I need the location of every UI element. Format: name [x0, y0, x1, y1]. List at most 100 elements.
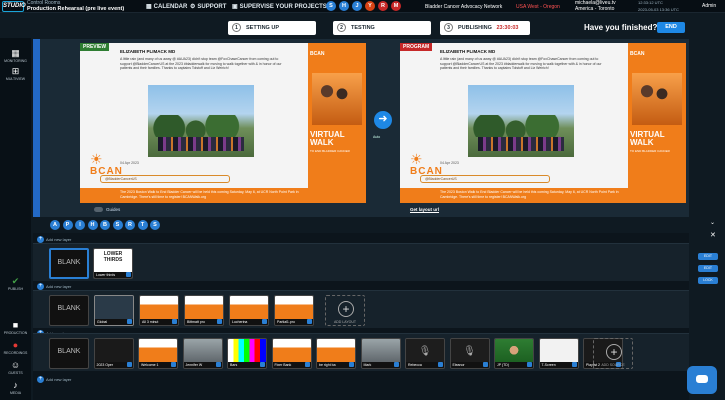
admin-menu[interactable]: Admin	[702, 3, 716, 9]
source-letter-t[interactable]: T	[137, 220, 148, 230]
layer-tile-be-right-ba[interactable]: be right ba	[316, 338, 356, 369]
check-icon: ✔	[11, 276, 20, 286]
region-select[interactable]: USA West - Oregon	[516, 4, 560, 10]
layer-tile-t-screen[interactable]: T-Screen	[538, 338, 579, 369]
edit-icon[interactable]	[438, 362, 443, 367]
edit-icon[interactable]	[126, 272, 131, 277]
layer-tile-lower-thirds[interactable]: LOWER THIRDS Lower thirds	[93, 248, 133, 279]
tweet-date: 04 Apr 2023	[440, 161, 459, 165]
source-letter-r[interactable]: R	[125, 220, 135, 230]
auto-toggle[interactable]: Auto	[373, 135, 393, 141]
layer-tile-add-source[interactable]: + ADD SOURCE	[593, 338, 633, 369]
app-logo[interactable]: STUDIO	[2, 1, 26, 12]
layer-tile-add-layout[interactable]: + ADD LAYOUT	[325, 295, 365, 326]
nav-support[interactable]: ⚙ SUPPORT	[190, 3, 226, 11]
nav-calendar[interactable]: ▦ CALENDAR	[146, 3, 187, 11]
nav-monitoring[interactable]: ▦ MONITORING	[0, 48, 31, 63]
edit-icon[interactable]	[260, 362, 265, 367]
layer-tile-mark[interactable]: Mark	[360, 338, 401, 369]
source-letter-h[interactable]: H	[87, 220, 98, 230]
layer-tile-partial1-pro[interactable]: Partial1.pro	[274, 295, 314, 326]
layer-tile-bars[interactable]: Bars	[227, 338, 267, 369]
timezone-select[interactable]: America - Toronto	[575, 6, 614, 12]
layer-tile-rebecca[interactable]: 🎙 Rebecca	[405, 338, 445, 369]
source-letter-s[interactable]: S	[150, 220, 160, 230]
edit-icon[interactable]	[482, 362, 488, 367]
graphic-thumbnail	[230, 296, 268, 321]
chip-edit-2[interactable]: EDIT	[698, 265, 718, 272]
source-letter-p[interactable]: P	[62, 220, 73, 230]
edit-icon[interactable]	[571, 362, 577, 367]
nav-publish[interactable]: ✔ PUBLISH	[0, 276, 31, 291]
right-panel: ✕ ⌄ EDIT EDIT LOCK	[690, 220, 725, 311]
chip-lock[interactable]: LOCK	[698, 277, 718, 284]
guides-toggle[interactable]: Guides	[94, 207, 120, 212]
layer-tile-jp-td-[interactable]: JP (TD)	[494, 338, 534, 369]
end-button[interactable]: END	[657, 22, 685, 33]
edit-icon[interactable]	[171, 362, 176, 367]
edit-icon[interactable]	[349, 362, 354, 367]
user-circle-r[interactable]: R	[378, 1, 388, 11]
user-circle-y[interactable]: Y	[365, 1, 375, 11]
step-publishing[interactable]: 3 PUBLISHING 23:30:03	[440, 21, 530, 35]
publish-timer: 23:30:03	[496, 25, 519, 31]
nav-recordings[interactable]: ● RECORDINGS	[0, 340, 31, 355]
take-arrow-button[interactable]: ➜	[374, 111, 392, 129]
layer-tile-welcome-1[interactable]: Welcome 1	[138, 338, 178, 369]
edit-icon[interactable]	[172, 319, 177, 324]
add-layer-top[interactable]: + Add new layer	[37, 236, 71, 243]
user-circle-m[interactable]: M	[391, 1, 401, 11]
user-circle-j[interactable]: J	[352, 1, 362, 11]
source-letter-i[interactable]: I	[75, 220, 85, 230]
layer-tile-lucherina[interactable]: Lucherina	[229, 295, 269, 326]
layout-url-link[interactable]: Get layout url	[410, 207, 439, 212]
source-letter-a[interactable]: A	[50, 220, 60, 230]
add-layer-2[interactable]: + Add new layer	[37, 283, 71, 290]
collapse-icon[interactable]: ✕	[710, 231, 716, 239]
add-layer-bottom[interactable]: + Add new layer	[37, 376, 71, 383]
layer-tile-blank[interactable]: BLANK	[49, 295, 89, 326]
network-select[interactable]: Bladder Cancer Advocacy Network	[425, 4, 502, 10]
chip-edit-1[interactable]: EDIT	[698, 253, 718, 260]
event-title[interactable]: Production Rehearsal (pre live event)	[27, 6, 124, 12]
layer-tile-jennifer-w[interactable]: Jennifer W	[182, 338, 223, 369]
edit-icon[interactable]	[126, 362, 132, 367]
chevron-down-icon[interactable]: ⌄	[710, 219, 715, 226]
edit-icon[interactable]	[217, 319, 222, 324]
plus-icon: +	[606, 344, 622, 360]
user-circle-s[interactable]: S	[326, 1, 336, 11]
layer-tile-bittmatt-pro[interactable]: Bittmatt pro	[184, 295, 224, 326]
nav-media[interactable]: ♪ MEDIA	[0, 380, 31, 395]
edit-icon[interactable]	[262, 319, 267, 324]
source-letter-s[interactable]: S	[112, 220, 123, 230]
layer-tile-blank[interactable]: BLANK	[49, 338, 89, 369]
left-navigation: ▦ MONITORING ⊞ MULTIVIEW ✔ PUBLISH ■ PRODUCTION…	[0, 38, 31, 400]
nav-guests[interactable]: ☺ GUESTS	[0, 360, 31, 375]
layer-tile-fixer-bank[interactable]: Fixer Bank	[271, 338, 312, 369]
layer-tile-eleanor[interactable]: 🎙 Eleanor	[449, 338, 490, 369]
layer-tile-all-3-minut[interactable]: All 3 minut	[139, 295, 179, 326]
graphic-thumbnail	[140, 296, 178, 321]
plus-icon: +	[338, 301, 354, 317]
preview-frame[interactable]: PREVIEW ELIZABETH PLIMACK MD A little ra…	[80, 43, 366, 203]
user-circle-h[interactable]: H	[339, 1, 349, 11]
layer-tile-blank[interactable]: BLANK	[49, 248, 89, 279]
supervise-icon: ▣	[232, 4, 238, 10]
banner-title: VIRTUAL WALK	[630, 130, 665, 147]
nav-multiview[interactable]: ⊞ MULTIVIEW	[0, 66, 31, 81]
layer-tile-global[interactable]: Global	[94, 295, 134, 326]
edit-icon[interactable]	[127, 319, 132, 324]
edit-icon[interactable]	[307, 319, 312, 324]
layer-tile-2023-oper[interactable]: 2023 Oper	[93, 338, 134, 369]
chat-button[interactable]	[687, 366, 717, 394]
edit-icon[interactable]	[393, 362, 399, 367]
step-setting-up[interactable]: 1 SETTING UP	[228, 21, 316, 35]
edit-icon[interactable]	[527, 362, 532, 367]
source-letter-b[interactable]: B	[100, 220, 110, 230]
nav-supervise[interactable]: ▣ SUPERVISE YOUR PROJECTS	[232, 3, 327, 11]
program-frame[interactable]: PROGRAM ELIZABETH PLIMACK MD A little ra…	[400, 43, 686, 203]
step-testing[interactable]: 2 TESTING	[333, 21, 431, 35]
edit-icon[interactable]	[304, 362, 310, 367]
edit-icon[interactable]	[215, 362, 221, 367]
nav-production[interactable]: ■ PRODUCTION	[0, 320, 31, 335]
